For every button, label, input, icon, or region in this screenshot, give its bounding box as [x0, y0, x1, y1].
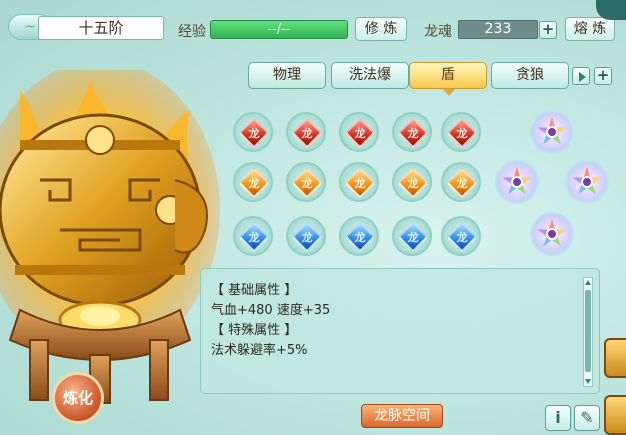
scroll-up-icon[interactable]	[585, 280, 591, 285]
blue-gem-icon: 龙	[344, 221, 376, 253]
tab-wash-burst[interactable]: 洗法爆	[331, 62, 409, 89]
gem-slot-orange[interactable]: 龙	[339, 162, 379, 202]
red-gem-icon: 龙	[238, 117, 270, 149]
gem-slot-orange[interactable]: 龙	[392, 162, 432, 202]
smelt-button[interactable]: 熔 炼	[565, 17, 615, 41]
star-slot-bottom[interactable]	[530, 212, 574, 256]
blue-gem-icon: 龙	[446, 221, 478, 253]
gem-slot-red[interactable]: 龙	[233, 112, 273, 152]
tab-physical[interactable]: 物理	[248, 62, 326, 89]
gem-slot-blue[interactable]: 龙	[339, 216, 379, 256]
gem-dragon-glyph: 龙	[354, 127, 366, 140]
attribute-panel: 【 基础属性 】 气血+480 速度+35 【 特殊属性 】 法术躲避率+5%	[200, 268, 600, 394]
gem-dragon-glyph: 龙	[456, 127, 468, 140]
scroll-thumb[interactable]	[585, 290, 591, 372]
gem-dragon-glyph: 龙	[407, 177, 419, 190]
gem-slot-orange[interactable]: 龙	[286, 162, 326, 202]
add-tab-button[interactable]: +	[594, 67, 612, 85]
gem-dragon-glyph: 龙	[301, 177, 313, 190]
gem-dragon-glyph: 龙	[407, 231, 419, 244]
orange-gem-icon: 龙	[397, 167, 429, 199]
gem-dragon-glyph: 龙	[407, 127, 419, 140]
tab-shield[interactable]: 盾	[409, 62, 487, 89]
gem-dragon-glyph: 龙	[301, 231, 313, 244]
special-attr-values: 法术躲避率+5%	[211, 343, 308, 358]
gem-dragon-glyph: 龙	[456, 231, 468, 244]
close-icon[interactable]	[596, 0, 626, 20]
golden-cauldron-image	[0, 70, 220, 404]
soul-value: 233	[458, 20, 538, 39]
gem-dragon-glyph: 龙	[248, 127, 260, 140]
soul-label: 龙魂	[424, 24, 452, 40]
side-menu-icon-upper[interactable]	[604, 338, 626, 378]
orange-gem-icon: 龙	[344, 167, 376, 199]
next-tab-arrow-icon[interactable]	[572, 67, 590, 85]
gem-slot-red[interactable]: 龙	[339, 112, 379, 152]
tab-greedy-wolf[interactable]: 贪狼	[491, 62, 569, 89]
exp-label: 经验	[178, 24, 206, 40]
gem-slot-red[interactable]: 龙	[286, 112, 326, 152]
gem-slot-orange[interactable]: 龙	[233, 162, 273, 202]
gem-dragon-glyph: 龙	[354, 177, 366, 190]
blue-gem-icon: 龙	[238, 221, 270, 253]
blue-gem-icon: 龙	[397, 221, 429, 253]
add-soul-button[interactable]: +	[539, 21, 557, 39]
star-slot-left[interactable]	[495, 160, 539, 204]
exp-value: --/--	[267, 22, 291, 37]
gem-dragon-glyph: 龙	[301, 127, 313, 140]
active-tab-pointer	[443, 89, 455, 96]
base-attr-heading: 【 基础属性 】	[211, 283, 298, 298]
red-gem-icon: 龙	[446, 117, 478, 149]
cultivate-button[interactable]: 修 炼	[355, 17, 407, 41]
gem-slot-blue[interactable]: 龙	[286, 216, 326, 256]
gem-dragon-glyph: 龙	[248, 231, 260, 244]
gem-slot-red[interactable]: 龙	[392, 112, 432, 152]
gem-dragon-glyph: 龙	[354, 231, 366, 244]
dragon-vein-panel: ~ 十五阶 经验 --/-- 修 炼 龙魂 233 + 熔 炼 物理 洗法爆 盾…	[0, 0, 626, 435]
gem-dragon-glyph: 龙	[248, 177, 260, 190]
exp-progress-bar: --/--	[210, 20, 348, 39]
orange-gem-icon: 龙	[446, 167, 478, 199]
rank-display: ~ 十五阶	[8, 10, 164, 42]
gem-slot-orange[interactable]: 龙	[441, 162, 481, 202]
attribute-scrollbar[interactable]	[583, 277, 593, 387]
star-slot-right[interactable]	[565, 160, 609, 204]
orange-gem-icon: 龙	[238, 167, 270, 199]
red-gem-icon: 龙	[344, 117, 376, 149]
star-slot-top[interactable]	[530, 110, 574, 154]
rank-value: 十五阶	[38, 16, 164, 40]
gem-dragon-glyph: 龙	[456, 177, 468, 190]
red-gem-icon: 龙	[291, 117, 323, 149]
info-icon[interactable]: i	[545, 405, 571, 431]
base-attr-values: 气血+480 速度+35	[211, 303, 331, 318]
gem-slot-blue[interactable]: 龙	[392, 216, 432, 256]
gem-slot-blue[interactable]: 龙	[233, 216, 273, 256]
gem-slot-red[interactable]: 龙	[441, 112, 481, 152]
edit-icon[interactable]: ✎	[574, 405, 600, 431]
dragon-space-button[interactable]: 龙脉空间	[361, 404, 443, 428]
refine-button[interactable]: 炼化	[52, 372, 104, 424]
blue-gem-icon: 龙	[291, 221, 323, 253]
scroll-down-icon[interactable]	[585, 379, 591, 384]
orange-gem-icon: 龙	[291, 167, 323, 199]
gem-slot-blue[interactable]: 龙	[441, 216, 481, 256]
side-menu-icon-lower[interactable]	[604, 395, 626, 435]
special-attr-heading: 【 特殊属性 】	[211, 323, 298, 338]
red-gem-icon: 龙	[397, 117, 429, 149]
